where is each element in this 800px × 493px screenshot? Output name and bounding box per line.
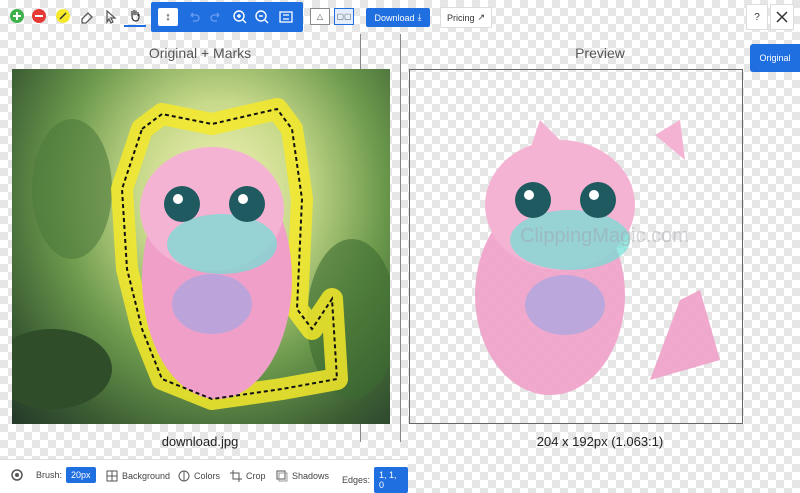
help-label: ?: [754, 11, 760, 23]
select-value: ↕: [165, 11, 171, 23]
view-tools-group: ↕: [151, 2, 303, 32]
filename-caption: download.jpg: [161, 434, 239, 449]
pane-divider: [400, 34, 401, 442]
brush-value[interactable]: 20px: [66, 467, 96, 483]
edges-label: Edges:: [342, 475, 371, 485]
background-button[interactable]: Background: [106, 470, 170, 482]
left-pane-title: Original + Marks: [148, 45, 252, 61]
bottom-toolbar: Brush: 20px Background Colors Crop Shado…: [0, 459, 408, 493]
original-button[interactable]: Original: [750, 44, 800, 72]
zoom-in-icon[interactable]: [229, 6, 251, 28]
view-single-icon[interactable]: △: [310, 8, 330, 25]
dimensions-caption: 204 x 192px (1.063:1): [536, 434, 664, 449]
edges-control[interactable]: Edges: 1, 1, 0: [342, 467, 408, 493]
colors-icon: [178, 470, 190, 482]
help-button[interactable]: ?: [746, 4, 768, 30]
view-split-icon[interactable]: ▢▢: [334, 8, 354, 25]
external-link-icon: ↗: [477, 12, 486, 22]
shadows-button[interactable]: Shadows: [276, 470, 329, 482]
toolbar: ↕ △ ▢▢ Download ⤓ Pricing ↗ ?: [0, 0, 800, 34]
brush-mode-select[interactable]: ↕: [158, 8, 178, 26]
zoom-out-icon[interactable]: [251, 6, 273, 28]
crop-icon: [230, 470, 242, 482]
pricing-button[interactable]: Pricing ↗: [440, 7, 492, 28]
select-icon[interactable]: [100, 5, 122, 27]
add-green-icon[interactable]: [6, 5, 28, 27]
brush-size-control[interactable]: Brush: 20px: [36, 467, 96, 483]
download-label: Download: [374, 12, 415, 23]
shadows-icon: [276, 470, 288, 482]
colors-button[interactable]: Colors: [178, 470, 220, 482]
colors-label: Colors: [194, 471, 221, 481]
crop-label: Crop: [246, 471, 266, 481]
brush-label: Brush:: [36, 470, 63, 480]
original-image-canvas[interactable]: [12, 69, 390, 424]
download-icon: ⤓: [417, 12, 422, 22]
close-icon[interactable]: [770, 4, 794, 30]
pen-icon[interactable]: [52, 5, 74, 27]
redo-icon[interactable]: [205, 6, 227, 28]
background-icon: [106, 470, 118, 482]
hand-icon[interactable]: [124, 5, 146, 27]
background-label: Background: [122, 471, 171, 481]
remove-red-icon[interactable]: [28, 5, 50, 27]
watermark: ClippingMagic.com: [520, 225, 689, 247]
original-image-art: [12, 98, 390, 410]
pricing-label: Pricing: [446, 12, 475, 23]
fit-icon[interactable]: [275, 6, 297, 28]
eraser-icon[interactable]: [76, 5, 98, 27]
settings-icon[interactable]: [10, 468, 24, 482]
shadows-label: Shadows: [292, 471, 330, 481]
crop-button[interactable]: Crop: [230, 470, 266, 482]
original-label: Original: [759, 53, 791, 63]
download-button[interactable]: Download ⤓: [366, 8, 430, 27]
undo-icon[interactable]: [183, 6, 205, 28]
edges-value[interactable]: 1, 1, 0: [374, 467, 408, 493]
right-pane-title: Preview: [575, 45, 625, 61]
